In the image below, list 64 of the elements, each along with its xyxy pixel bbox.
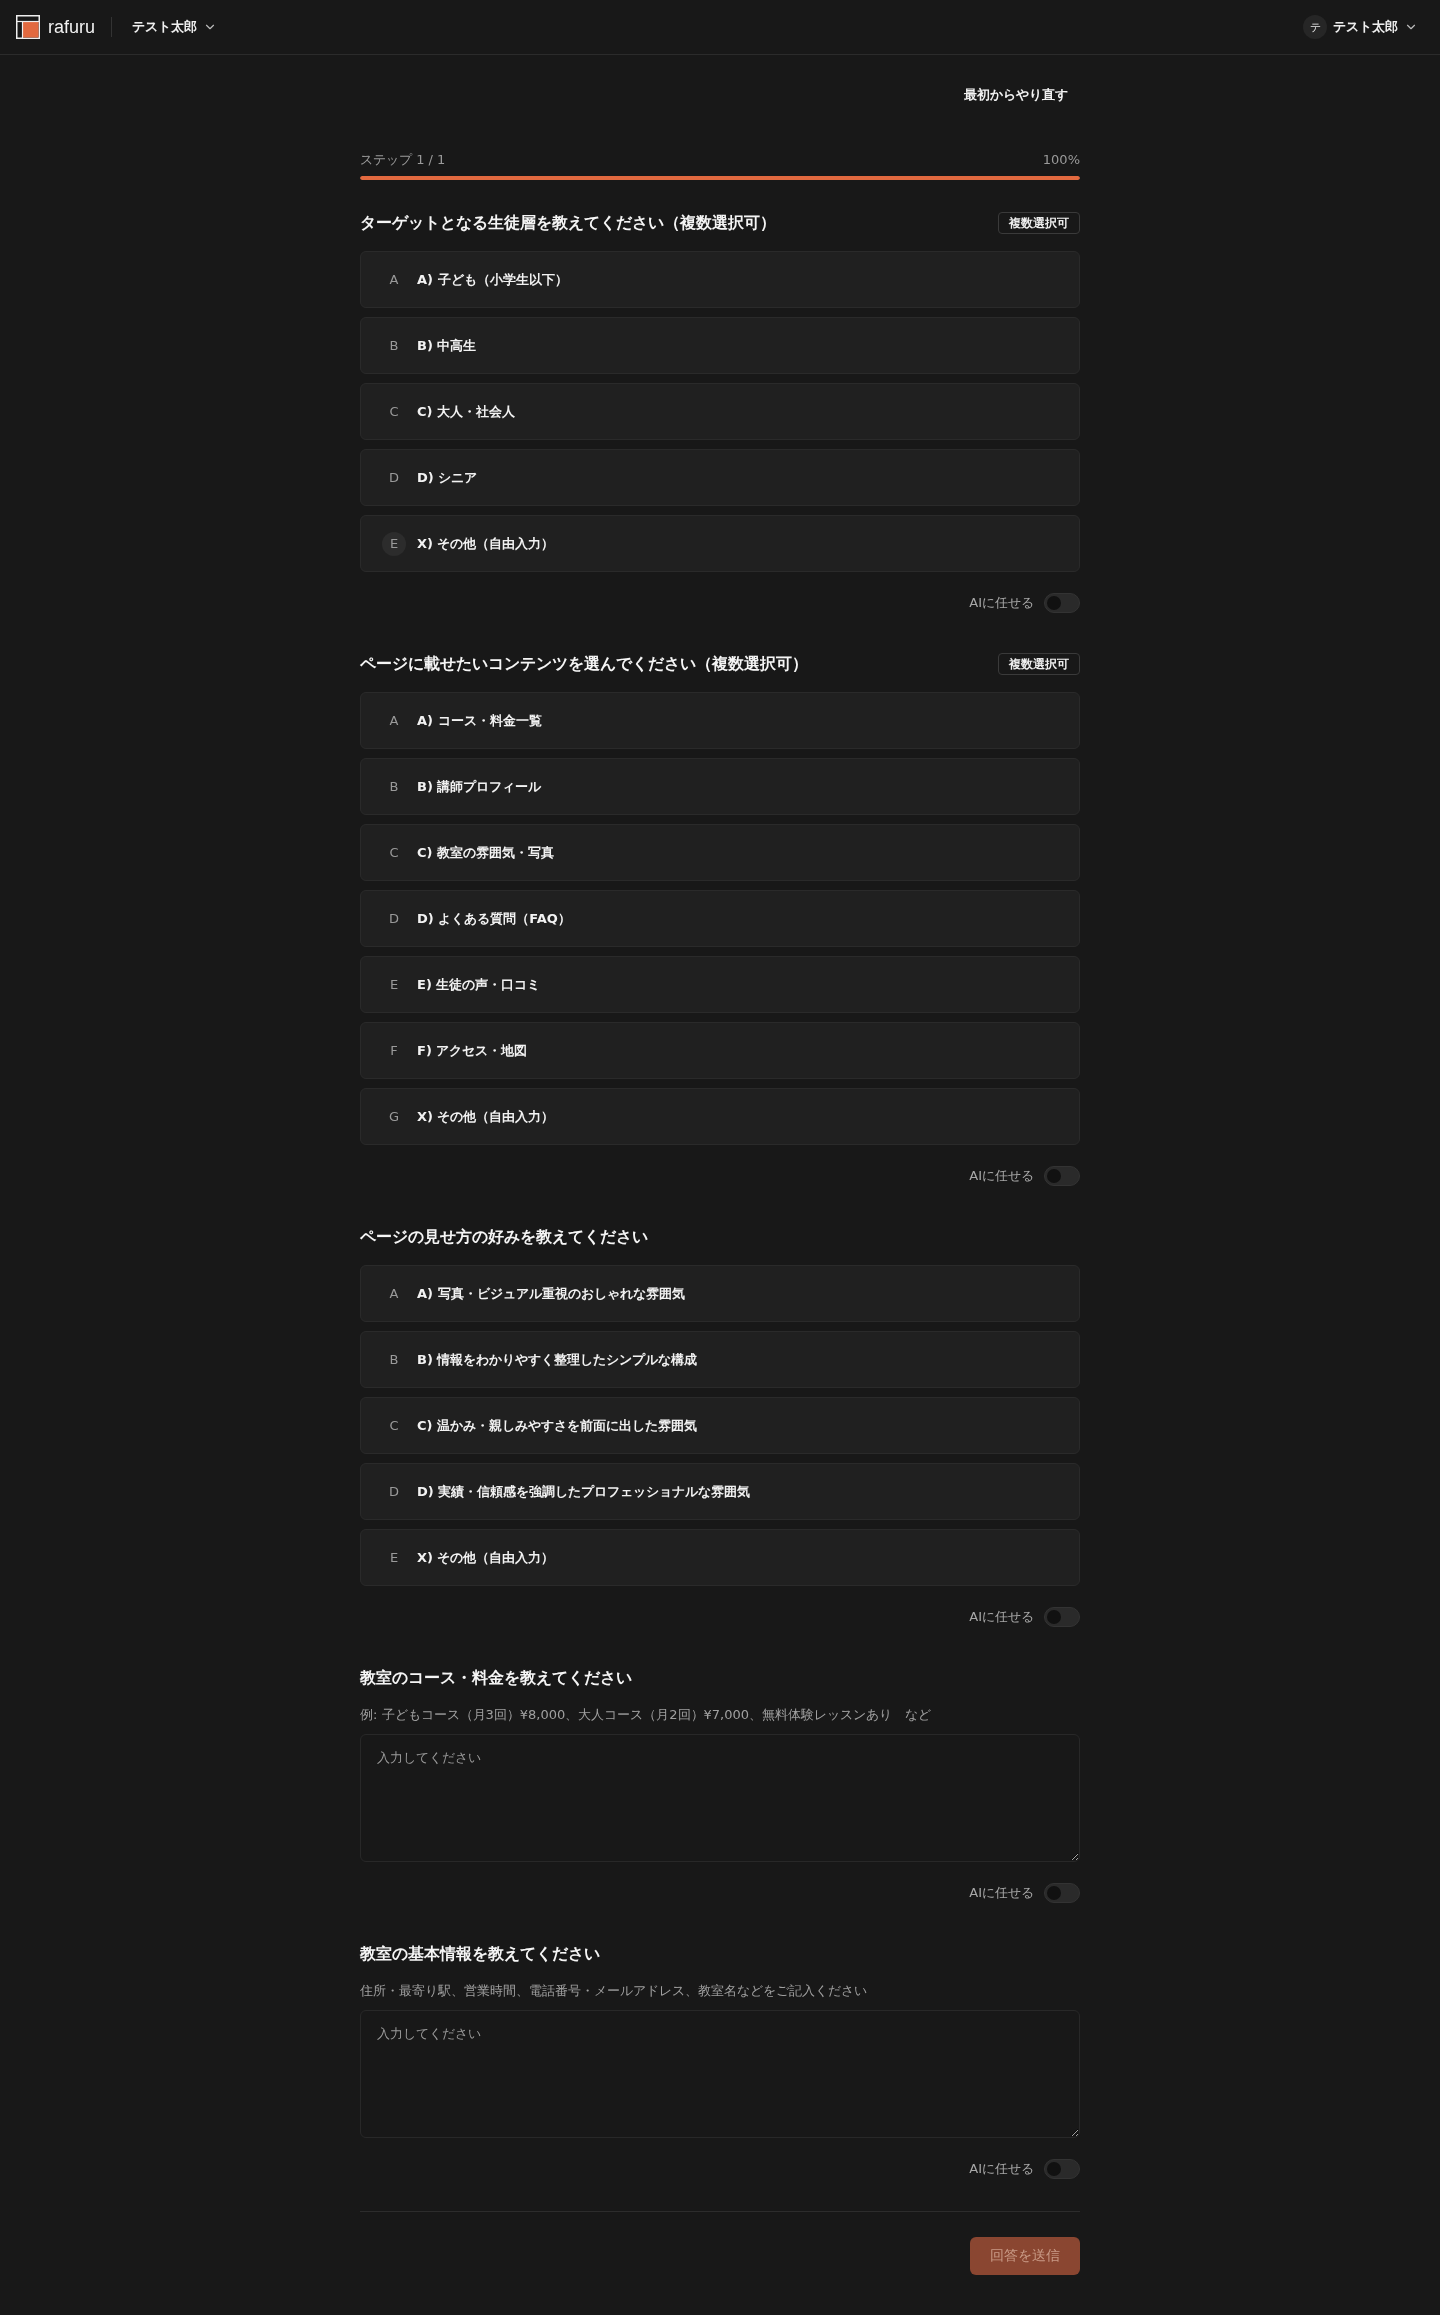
- ai-toggle-label: AIに任せる: [969, 2160, 1034, 2178]
- workspace-switcher[interactable]: テスト太郎: [126, 14, 224, 40]
- option-button[interactable]: E X) その他（自由入力）: [360, 515, 1080, 572]
- ai-toggle-label: AIに任せる: [969, 1608, 1034, 1626]
- option-letter: E: [388, 976, 400, 994]
- toggle-switch[interactable]: [1044, 1166, 1080, 1186]
- option-button[interactable]: G X) その他（自由入力）: [360, 1088, 1080, 1145]
- option-button[interactable]: E E) 生徒の声・口コミ: [360, 956, 1080, 1013]
- multi-select-badge: 複数選択可: [998, 653, 1080, 675]
- question-title: 教室の基本情報を教えてください: [360, 1943, 600, 1965]
- multi-select-badge: 複数選択可: [998, 212, 1080, 234]
- option-button[interactable]: A A) 写真・ビジュアル重視のおしゃれな雰囲気: [360, 1265, 1080, 1322]
- toggle-switch[interactable]: [1044, 593, 1080, 613]
- option-button[interactable]: F F) アクセス・地図: [360, 1022, 1080, 1079]
- option-button[interactable]: D D) よくある質問（FAQ）: [360, 890, 1080, 947]
- question-hint: 住所・最寄り駅、営業時間、電話番号・メールアドレス、教室名などをご記入ください: [360, 1982, 868, 2000]
- option-letter: G: [387, 1108, 401, 1126]
- text-area-field[interactable]: 入力してください: [360, 2010, 1080, 2138]
- option-button[interactable]: C C) 温かみ・親しみやすさを前面に出した雰囲気: [360, 1397, 1080, 1454]
- option-letter: A: [388, 1285, 400, 1303]
- option-letter: F: [389, 1042, 399, 1060]
- ai-toggle-label: AIに任せる: [969, 594, 1034, 612]
- option-letter: A: [388, 271, 400, 289]
- option-button[interactable]: B B) 講師プロフィール: [360, 758, 1080, 815]
- option-button[interactable]: B B) 中高生: [360, 317, 1080, 374]
- user-name: テスト太郎: [1333, 18, 1398, 36]
- logo-icon: [16, 15, 40, 39]
- ai-toggle-label: AIに任せる: [969, 1167, 1034, 1185]
- option-button[interactable]: C C) 教室の雰囲気・写真: [360, 824, 1080, 881]
- step-label: ステップ 1 / 1: [360, 151, 446, 169]
- option-letter: C: [388, 1417, 400, 1435]
- option-letter: B: [388, 1351, 400, 1369]
- question-hint: 例: 子どもコース（月3回）¥8,000、大人コース（月2回）¥7,000、無料体験レッスンあり など: [360, 1706, 933, 1724]
- toggle-switch[interactable]: [1044, 1607, 1080, 1627]
- option-button[interactable]: E X) その他（自由入力）: [360, 1529, 1080, 1586]
- option-letter: C: [388, 403, 400, 421]
- option-letter: B: [388, 337, 400, 355]
- user-avatar: テ: [1303, 15, 1327, 39]
- option-letter: B: [388, 778, 400, 796]
- option-button[interactable]: B B) 情報をわかりやすく整理したシンプルな構成: [360, 1331, 1080, 1388]
- option-button[interactable]: D D) 実績・信頼感を強調したプロフェッショナルな雰囲気: [360, 1463, 1080, 1520]
- option-letter: E: [382, 531, 406, 556]
- ai-toggle-label: AIに任せる: [969, 1884, 1034, 1902]
- option-letter: C: [388, 844, 400, 862]
- toggle-switch[interactable]: [1044, 2159, 1080, 2179]
- option-letter: E: [388, 1549, 400, 1567]
- option-letter: D: [388, 910, 400, 928]
- option-button[interactable]: D D) シニア: [360, 449, 1080, 506]
- logo-text: rafuru: [48, 16, 96, 38]
- toggle-switch[interactable]: [1044, 1883, 1080, 1903]
- option-button[interactable]: A A) コース・料金一覧: [360, 692, 1080, 749]
- option-letter: A: [388, 712, 400, 730]
- option-button[interactable]: C C) 大人・社会人: [360, 383, 1080, 440]
- option-letter: D: [388, 469, 400, 487]
- question-title: ターゲットとなる生徒層を教えてください（複数選択可）: [360, 212, 776, 234]
- user-menu[interactable]: テ テスト太郎: [1297, 11, 1424, 43]
- question-title: ページの見せ方の好みを教えてください: [360, 1226, 648, 1248]
- text-area-field[interactable]: 入力してください: [360, 1734, 1080, 1862]
- option-button[interactable]: A A) 子ども（小学生以下）: [360, 251, 1080, 308]
- question-title: ページに載せたいコンテンツを選んでください（複数選択可）: [360, 653, 808, 675]
- progress-percent: 100%: [1042, 151, 1080, 169]
- restart-button[interactable]: 最初からやり直す: [952, 79, 1080, 111]
- option-letter: D: [388, 1483, 400, 1501]
- question-title: 教室のコース・料金を教えてください: [360, 1667, 632, 1689]
